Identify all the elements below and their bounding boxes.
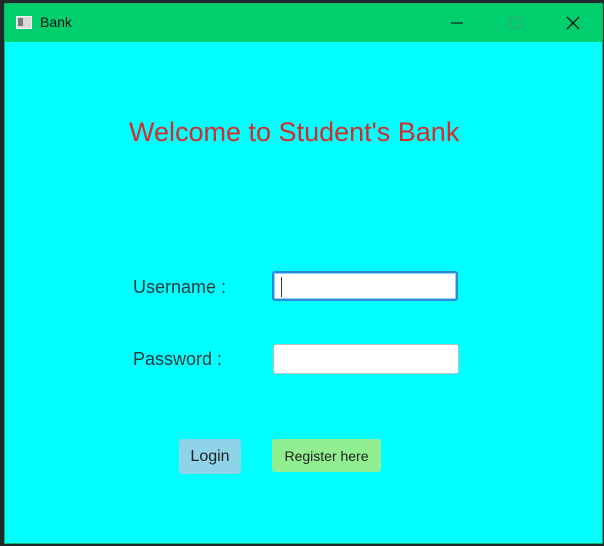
minimize-icon [451, 22, 463, 24]
close-icon [566, 16, 580, 30]
username-label: Username : [133, 277, 227, 297]
text-caret [281, 277, 282, 297]
maximize-button[interactable] [486, 4, 544, 42]
minimize-button[interactable] [428, 4, 486, 42]
app-window: Bank Welcome to Student's Bank Username … [4, 3, 603, 544]
login-panel: Welcome to Student's Bank Username : Pas… [5, 42, 602, 543]
close-button[interactable] [544, 4, 602, 42]
login-button[interactable]: Login [179, 439, 241, 474]
register-button[interactable]: Register here [272, 439, 381, 472]
page-title: Welcome to Student's Bank [129, 117, 460, 147]
app-icon [16, 16, 32, 29]
window-title: Bank [40, 14, 72, 30]
password-field[interactable] [273, 344, 459, 374]
maximize-icon [509, 17, 521, 29]
title-bar[interactable]: Bank [5, 4, 602, 42]
username-field[interactable] [272, 271, 458, 301]
password-label: Password : [133, 349, 223, 369]
